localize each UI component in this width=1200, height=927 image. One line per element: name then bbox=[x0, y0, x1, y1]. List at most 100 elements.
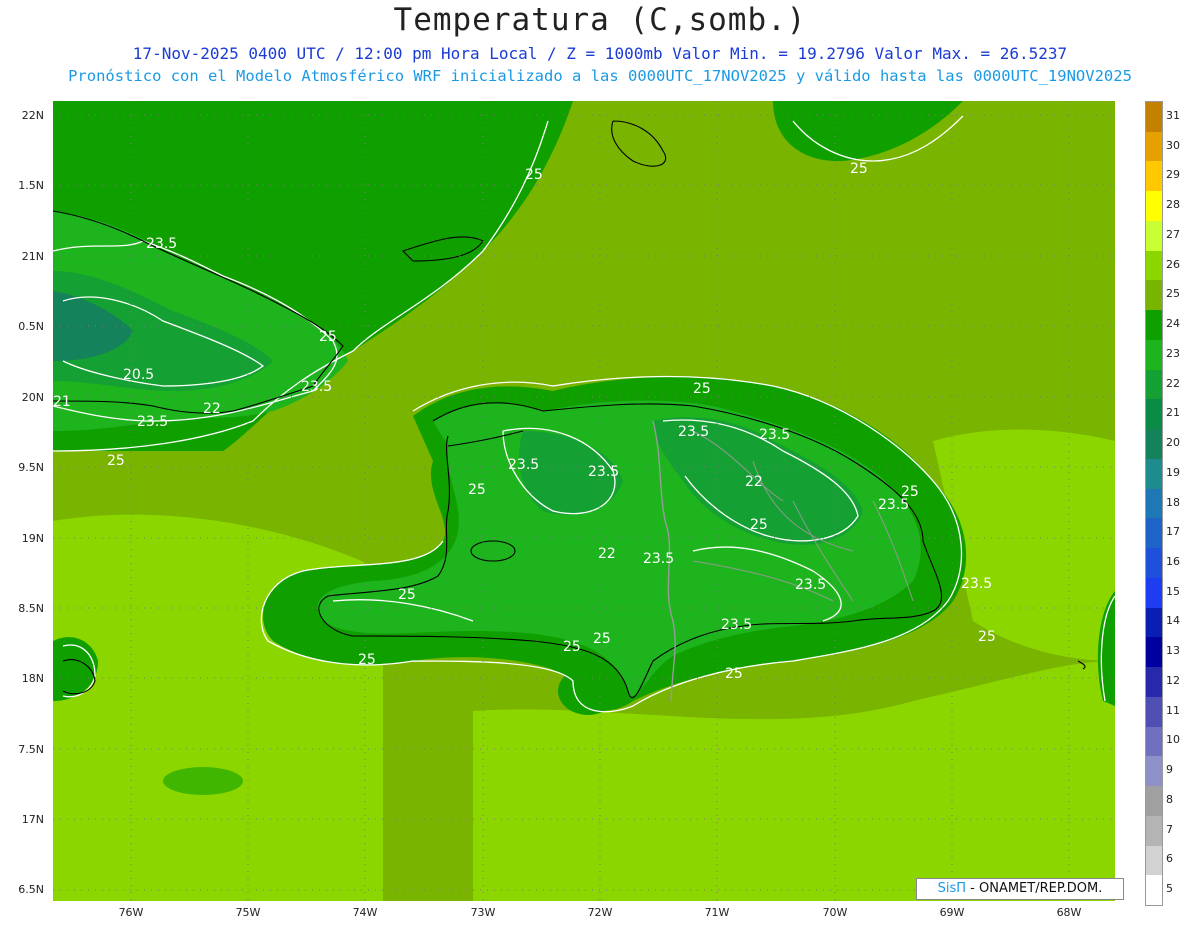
contour-label: 23.5 bbox=[678, 424, 709, 440]
colorbar-label: 6 bbox=[1166, 852, 1173, 866]
colorbar-label: 26 bbox=[1166, 257, 1180, 271]
colorbar-label: 13 bbox=[1166, 644, 1180, 658]
colorbar-segment bbox=[1146, 815, 1162, 846]
colorbar-segment bbox=[1146, 637, 1162, 668]
contour-label: 22 bbox=[203, 401, 221, 417]
colorbar-segment bbox=[1146, 488, 1162, 519]
colorbar-segment bbox=[1146, 191, 1162, 222]
colorbar-label: 19 bbox=[1166, 465, 1180, 479]
colorbar-segment bbox=[1146, 339, 1162, 371]
colorbar-label: 12 bbox=[1166, 673, 1180, 687]
model-info-line: Pronóstico con el Modelo Atmosférico WRF… bbox=[68, 67, 1132, 85]
contour-label: 22 bbox=[745, 474, 763, 490]
contour-label: 25 bbox=[398, 587, 416, 603]
sispi-logo: SisΠ bbox=[937, 881, 967, 896]
contour-label: 25 bbox=[693, 381, 711, 397]
lon-label: 69W bbox=[939, 906, 965, 919]
colorbar-label: 23 bbox=[1166, 346, 1180, 360]
colorbar-segment bbox=[1146, 102, 1162, 133]
colorbar-segment bbox=[1146, 756, 1162, 787]
lat-label: 22N bbox=[21, 109, 44, 122]
colorbar-label: 20 bbox=[1166, 436, 1180, 450]
valid-time-line: 17-Nov-2025 0400 UTC / 12:00 pm Hora Loc… bbox=[132, 44, 1068, 63]
colorbar-label: 29 bbox=[1166, 168, 1180, 182]
credit-text: - ONAMET/REP.DOM. bbox=[966, 881, 1103, 896]
colorbar-segment bbox=[1146, 310, 1162, 341]
contour-label: 23.5 bbox=[961, 576, 992, 592]
lat-label: 1.5N bbox=[18, 179, 44, 192]
south-coast-halo bbox=[163, 767, 243, 795]
lat-label: 8.5N bbox=[18, 602, 44, 615]
colorbar-label: 11 bbox=[1166, 703, 1180, 717]
lon-label: 74W bbox=[352, 906, 378, 919]
temperature-map: 25 25 23.5 25 20.5 23.5 23.5 22 21 25 23… bbox=[53, 101, 1115, 901]
colorbar-segment bbox=[1146, 458, 1162, 490]
lat-label: 21N bbox=[21, 250, 44, 263]
contour-label: 23.5 bbox=[588, 464, 619, 480]
contour-label: 23.5 bbox=[878, 497, 909, 513]
credit-box: SisΠ - ONAMET/REP.DOM. bbox=[916, 878, 1124, 900]
lon-label: 73W bbox=[470, 906, 496, 919]
colorbar-label: 21 bbox=[1166, 406, 1180, 420]
colorbar-segment bbox=[1146, 726, 1162, 757]
colorbar bbox=[1145, 101, 1163, 906]
colorbar-label: 17 bbox=[1166, 525, 1180, 539]
contour-label: 23.5 bbox=[508, 457, 539, 473]
colorbar-segment bbox=[1146, 696, 1162, 728]
colorbar-segment bbox=[1146, 220, 1162, 252]
lat-label: 17N bbox=[21, 813, 44, 826]
colorbar-segment bbox=[1146, 845, 1162, 876]
contour-label: 23.5 bbox=[643, 551, 674, 567]
colorbar-label: 9 bbox=[1166, 763, 1173, 777]
contour-label: 25 bbox=[468, 482, 486, 498]
contour-label: 20.5 bbox=[123, 367, 154, 383]
colorbar-label: 27 bbox=[1166, 227, 1180, 241]
colorbar-segment bbox=[1146, 369, 1162, 400]
colorbar-label: 15 bbox=[1166, 584, 1180, 598]
lat-label: 20N bbox=[21, 391, 44, 404]
colorbar-segment bbox=[1146, 518, 1162, 549]
colorbar-label: 10 bbox=[1166, 733, 1180, 747]
colorbar-label: 30 bbox=[1166, 138, 1180, 152]
contour-label: 25 bbox=[107, 453, 125, 469]
colorbar-segment bbox=[1146, 667, 1162, 698]
contour-label: 25 bbox=[358, 652, 376, 668]
colorbar-segment bbox=[1146, 250, 1162, 281]
colorbar-label: 5 bbox=[1166, 882, 1173, 896]
colorbar-segment bbox=[1146, 399, 1162, 430]
colorbar-label: 14 bbox=[1166, 614, 1180, 628]
contour-label: 23.5 bbox=[146, 236, 177, 252]
colorbar-segment bbox=[1146, 875, 1162, 906]
colorbar-segment bbox=[1146, 577, 1162, 609]
colorbar-segment bbox=[1146, 548, 1162, 579]
colorbar-label: 28 bbox=[1166, 198, 1180, 212]
contour-label: 25 bbox=[750, 517, 768, 533]
contour-label: 25 bbox=[319, 329, 337, 345]
colorbar-label: 22 bbox=[1166, 376, 1180, 390]
lat-label: 18N bbox=[21, 672, 44, 685]
colorbar-label: 7 bbox=[1166, 822, 1173, 836]
colorbar-segment bbox=[1146, 280, 1162, 311]
lat-label: 7.5N bbox=[18, 743, 44, 756]
colorbar-label: 16 bbox=[1166, 554, 1180, 568]
contour-label: 25 bbox=[525, 167, 543, 183]
contour-label: 23.5 bbox=[137, 414, 168, 430]
colorbar-label: 18 bbox=[1166, 495, 1180, 509]
colorbar-segment bbox=[1146, 161, 1162, 192]
contour-label: 25 bbox=[563, 639, 581, 655]
map-title: Temperatura (C,somb.) bbox=[393, 2, 807, 38]
contour-label: 23.5 bbox=[721, 617, 752, 633]
lon-label: 72W bbox=[587, 906, 613, 919]
colorbar-segment bbox=[1146, 607, 1162, 638]
lat-label: 9.5N bbox=[18, 461, 44, 474]
contour-label: 25 bbox=[978, 629, 996, 645]
lon-label: 70W bbox=[822, 906, 848, 919]
contour-label: 22 bbox=[598, 546, 616, 562]
colorbar-label: 31 bbox=[1166, 108, 1180, 122]
contour-label: 25 bbox=[725, 666, 743, 682]
lat-label: 6.5N bbox=[18, 883, 44, 896]
lon-label: 68W bbox=[1056, 906, 1082, 919]
contour-label: 21 bbox=[53, 394, 71, 410]
contour-label: 23.5 bbox=[759, 427, 790, 443]
colorbar-segment bbox=[1146, 786, 1162, 817]
